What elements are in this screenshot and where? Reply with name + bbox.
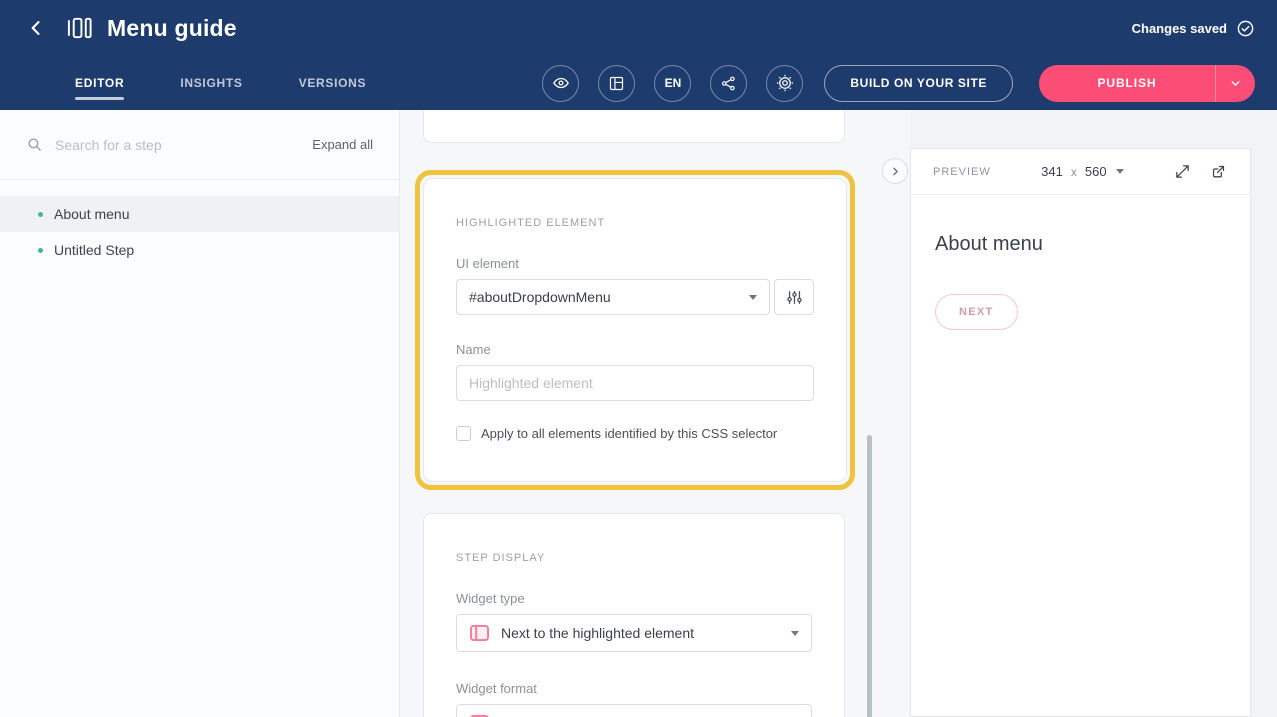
share-icon: [720, 75, 737, 92]
widget-format-select[interactable]: [456, 704, 812, 717]
expand-all-link[interactable]: Expand all: [312, 137, 373, 152]
previous-settings-card: [423, 110, 845, 143]
header-top-row: Menu guide Changes saved: [0, 0, 1277, 56]
section-heading: STEP DISPLAY: [456, 514, 812, 564]
publish-split-button: PUBLISH: [1039, 65, 1255, 102]
step-search-bar: Expand all: [0, 110, 399, 180]
preview-height-value: 560: [1085, 164, 1107, 179]
apply-all-label: Apply to all elements identified by this…: [481, 426, 777, 441]
preview-header: PREVIEW 341 x 560: [911, 149, 1250, 195]
page-title: Menu guide: [107, 15, 237, 42]
steps-list: About menu Untitled Step: [0, 180, 399, 268]
name-label: Name: [456, 342, 814, 357]
widget-type-select[interactable]: Next to the highlighted element: [456, 614, 812, 652]
share-button[interactable]: [710, 65, 747, 102]
settings-button[interactable]: [766, 65, 803, 102]
steps-sidebar: Expand all About menu Untitled Step: [0, 110, 400, 717]
preview-size-select[interactable]: 341 x 560: [1041, 164, 1123, 179]
section-heading: HIGHLIGHTED ELEMENT: [456, 179, 814, 229]
sidebar-item-untitled-step[interactable]: Untitled Step: [0, 232, 399, 268]
step-display-card: STEP DISPLAY Widget type Next to the hig…: [423, 513, 845, 717]
size-separator: x: [1071, 165, 1077, 179]
step-dot-icon: [38, 212, 43, 217]
preview-content: About menu NEXT: [911, 195, 1250, 330]
search-input[interactable]: [55, 137, 312, 153]
gear-icon: [776, 74, 794, 92]
preview-region: PREVIEW 341 x 560 About menu: [910, 110, 1277, 717]
ui-element-row: #aboutDropdownMenu: [456, 279, 814, 315]
step-settings-panel: HIGHLIGHTED ELEMENT UI element #aboutDro…: [400, 110, 880, 717]
app-logo-icon: [66, 16, 93, 40]
check-circle-icon: [1236, 19, 1255, 38]
language-label: EN: [665, 76, 682, 90]
preview-next-button[interactable]: NEXT: [935, 294, 1018, 330]
preview-eye-button[interactable]: [542, 65, 579, 102]
apply-all-checkbox[interactable]: [456, 426, 471, 441]
apply-all-row: Apply to all elements identified by this…: [456, 426, 814, 441]
chevron-right-icon: [889, 165, 902, 178]
ui-element-label: UI element: [456, 256, 814, 271]
open-external-button[interactable]: [1210, 163, 1228, 181]
ui-element-value: #aboutDropdownMenu: [469, 289, 611, 305]
publish-options-button[interactable]: [1216, 65, 1255, 102]
language-button[interactable]: EN: [654, 65, 691, 102]
ui-element-select[interactable]: #aboutDropdownMenu: [456, 279, 770, 315]
widget-tooltip-icon: [469, 624, 490, 642]
back-button[interactable]: [24, 16, 48, 40]
changes-saved-status: Changes saved: [1132, 19, 1255, 38]
tab-insights[interactable]: INSIGHTS: [180, 56, 242, 110]
app-window: Menu guide Changes saved EDITOR INSIGHTS…: [0, 0, 1277, 717]
editor-tabs: EDITOR INSIGHTS VERSIONS: [75, 56, 366, 110]
sliders-icon: [786, 289, 803, 306]
highlight-ring: HIGHLIGHTED ELEMENT UI element #aboutDro…: [415, 170, 855, 490]
app-header: Menu guide Changes saved EDITOR INSIGHTS…: [0, 0, 1277, 110]
preview-panel: PREVIEW 341 x 560 About menu: [910, 148, 1251, 717]
fullscreen-button[interactable]: [1174, 163, 1192, 181]
tab-versions[interactable]: VERSIONS: [299, 56, 367, 110]
collapse-preview-button[interactable]: [882, 158, 908, 184]
vertical-scrollbar[interactable]: [867, 435, 872, 717]
step-label: About menu: [54, 206, 130, 222]
changes-saved-label: Changes saved: [1132, 21, 1227, 36]
element-name-input[interactable]: [456, 365, 814, 401]
chevron-down-icon: [1116, 169, 1124, 174]
publish-button[interactable]: PUBLISH: [1039, 65, 1215, 102]
preview-step-heading: About menu: [935, 233, 1226, 256]
widget-format-label: Widget format: [456, 681, 812, 696]
highlighted-element-card: HIGHLIGHTED ELEMENT UI element #aboutDro…: [423, 178, 847, 482]
widget-type-value: Next to the highlighted element: [501, 625, 694, 641]
search-icon: [26, 136, 43, 153]
build-on-your-site-button[interactable]: BUILD ON YOUR SITE: [824, 65, 1013, 102]
sidebar-item-about-menu[interactable]: About menu: [0, 196, 399, 232]
preview-width-value: 341: [1041, 164, 1063, 179]
panel-gutter: [880, 110, 910, 717]
step-dot-icon: [38, 248, 43, 253]
header-tool-buttons: EN: [542, 65, 803, 102]
chevron-down-icon: [791, 631, 799, 636]
chevron-left-icon: [26, 18, 46, 38]
layout-button[interactable]: [598, 65, 635, 102]
layout-icon: [608, 75, 625, 92]
tab-editor[interactable]: EDITOR: [75, 56, 124, 110]
body-layout: Expand all About menu Untitled Step HIGH…: [0, 110, 1277, 717]
chevron-down-icon: [749, 295, 757, 300]
element-adjust-button[interactable]: [774, 279, 814, 315]
eye-icon: [552, 74, 570, 92]
preview-title: PREVIEW: [933, 166, 991, 178]
widget-type-label: Widget type: [456, 591, 812, 606]
step-label: Untitled Step: [54, 242, 134, 258]
chevron-down-icon: [1229, 77, 1242, 90]
header-nav-row: EDITOR INSIGHTS VERSIONS EN: [0, 56, 1277, 110]
